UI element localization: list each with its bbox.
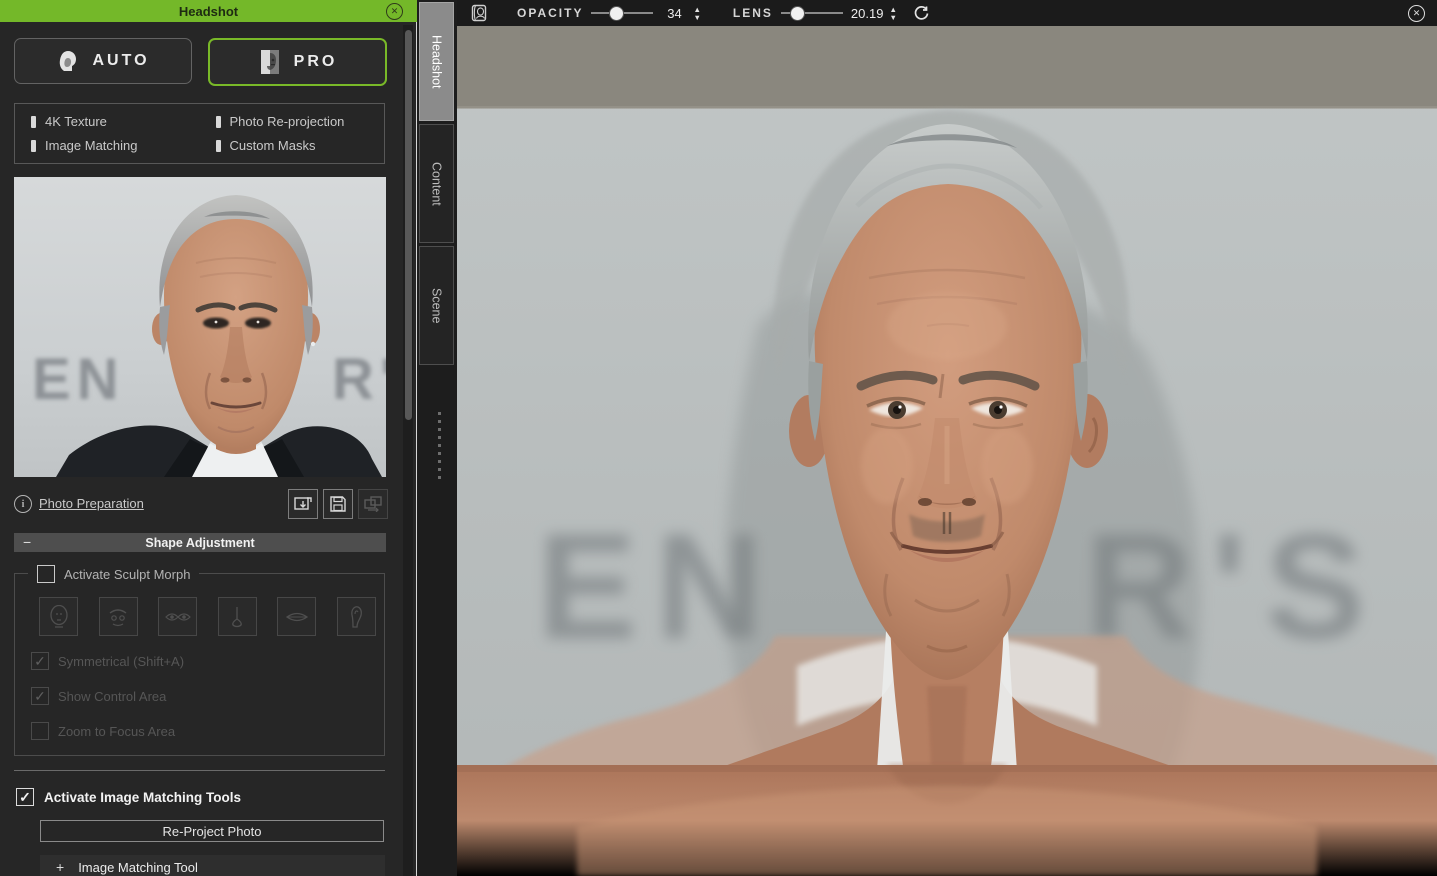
viewport[interactable]: OPACITY 34 ▲ ▼ LENS 20.19 ▲ ▼ ✕ EN R'S <box>457 0 1437 876</box>
feature-4k-texture: 4K Texture <box>15 114 200 129</box>
morph-tool-eyes-button[interactable] <box>158 597 197 636</box>
activate-image-matching-row: ✓ Activate Image Matching Tools <box>16 788 241 806</box>
pro-head-icon <box>260 50 279 74</box>
reference-image-icon <box>471 4 487 22</box>
show-control-area-label: Show Control Area <box>58 688 167 704</box>
spinner-up-icon[interactable]: ▲ <box>693 5 700 13</box>
collapse-minus-icon[interactable]: − <box>23 533 31 552</box>
feature-custom-masks: Custom Masks <box>200 138 385 153</box>
info-icon[interactable]: i <box>14 495 32 513</box>
bullet-icon <box>215 115 221 128</box>
pro-mode-label: PRO <box>293 53 338 70</box>
load-photo-icon <box>294 497 312 510</box>
spinner-up-icon[interactable]: ▲ <box>889 5 896 13</box>
reset-icon <box>914 5 929 20</box>
eyes-morph-icon <box>164 612 191 621</box>
headshot-panel: Headshot ✕ AUTO PRO 4K Texture Photo Re-… <box>0 0 417 876</box>
lens-value[interactable]: 20.19 <box>851 6 884 21</box>
zoom-to-focus-label: Zoom to Focus Area <box>58 723 176 739</box>
shape-adjustment-header[interactable]: − Shape Adjustment <box>14 533 386 552</box>
symmetrical-option: ✓ Symmetrical (Shift+A) <box>31 652 184 670</box>
panel-scrollbar[interactable] <box>403 25 413 876</box>
tab-content[interactable]: Content <box>419 124 454 243</box>
reproject-texture-icon <box>364 496 382 512</box>
opacity-label: OPACITY <box>517 6 584 20</box>
save-icon <box>330 496 346 512</box>
auto-mode-button[interactable]: AUTO <box>14 38 192 84</box>
bullet-icon <box>215 139 221 152</box>
symmetrical-label: Symmetrical (Shift+A) <box>58 653 185 669</box>
feature-photo-reprojection: Photo Re-projection <box>200 114 385 129</box>
morph-tool-nose-button[interactable] <box>217 597 257 636</box>
auto-mode-label: AUTO <box>92 52 150 69</box>
spinner-down-icon[interactable]: ▼ <box>693 13 700 21</box>
head-morph-icon <box>49 604 68 628</box>
lens-spinner[interactable]: ▲ ▼ <box>889 5 896 21</box>
scene-3d-render[interactable]: EN R'S <box>457 26 1437 876</box>
morph-tool-brow-button[interactable] <box>98 597 138 636</box>
pro-mode-button[interactable]: PRO <box>208 38 387 86</box>
opacity-slider[interactable] <box>591 6 654 21</box>
brow-morph-icon <box>109 608 127 626</box>
feature-list: 4K Texture Photo Re-projection Image Mat… <box>14 103 385 164</box>
morph-tool-mouth-button[interactable] <box>277 597 316 636</box>
show-control-area-checkbox[interactable]: ✓ <box>31 687 49 705</box>
expand-plus-icon: + <box>56 859 65 875</box>
morph-tool-head-button[interactable] <box>39 597 78 636</box>
panel-close-icon[interactable]: ✕ <box>386 3 403 20</box>
shape-adjustment-title: Shape Adjustment <box>145 535 255 550</box>
show-control-area-option: ✓ Show Control Area <box>31 687 166 705</box>
nose-morph-icon <box>232 606 242 627</box>
ear-morph-icon <box>351 605 362 628</box>
panel-title: Headshot <box>178 3 239 19</box>
image-matching-tool-expander[interactable]: + Image Matching Tool <box>40 855 385 876</box>
side-tab-strip: Headshot Content Scene <box>417 0 457 876</box>
lens-slider[interactable] <box>780 6 843 21</box>
panel-scrollbar-thumb[interactable] <box>404 30 412 420</box>
headshot-app: Headshot ✕ AUTO PRO 4K Texture Photo Re-… <box>0 0 1437 876</box>
separator <box>14 770 385 771</box>
tab-scene[interactable]: Scene <box>419 246 454 365</box>
reproject-photo-button[interactable]: Re-Project Photo <box>40 820 384 842</box>
opacity-value[interactable]: 34 <box>661 6 687 21</box>
save-button[interactable] <box>323 489 353 519</box>
bullet-icon <box>31 139 36 152</box>
source-photo: EN R' <box>14 177 386 477</box>
tab-headshot[interactable]: Headshot <box>419 2 454 121</box>
image-matching-tool-label: Image Matching Tool <box>78 859 198 875</box>
feature-image-matching: Image Matching <box>15 138 200 153</box>
spinner-down-icon[interactable]: ▼ <box>889 13 896 21</box>
activate-sculpt-morph-label: Activate Sculpt Morph <box>64 566 191 582</box>
activate-image-matching-checkbox[interactable]: ✓ <box>16 788 34 806</box>
panel-header: Headshot ✕ <box>0 0 417 22</box>
reference-image-button[interactable] <box>469 3 489 23</box>
activate-image-matching-label: Activate Image Matching Tools <box>44 789 242 805</box>
bullet-icon <box>31 115 36 128</box>
reset-lens-button[interactable] <box>913 5 930 22</box>
opacity-spinner[interactable]: ▲ ▼ <box>693 5 700 21</box>
zoom-to-focus-checkbox[interactable] <box>31 722 49 740</box>
symmetrical-checkbox[interactable]: ✓ <box>31 652 49 670</box>
photo-preparation-link[interactable]: Photo Preparation <box>39 496 144 511</box>
lens-label: LENS <box>732 6 773 20</box>
photo-logo-left: EN <box>32 347 125 412</box>
viewport-close-icon[interactable]: ✕ <box>1408 4 1425 22</box>
activate-sculpt-morph-checkbox[interactable] <box>37 565 55 583</box>
sculpt-morph-group: Activate Sculpt Morph ✓ Symmetrical (Shi… <box>14 565 385 756</box>
photo-logo-right: R' <box>332 347 386 412</box>
viewport-toolbar: OPACITY 34 ▲ ▼ LENS 20.19 ▲ ▼ ✕ <box>457 0 1437 26</box>
panel-resize-handle[interactable] <box>438 412 441 479</box>
zoom-to-focus-option: Zoom to Focus Area <box>31 722 175 740</box>
load-photo-button[interactable] <box>288 489 318 519</box>
mouth-morph-icon <box>285 612 308 621</box>
auto-head-icon <box>60 51 77 71</box>
reproject-texture-button[interactable] <box>358 489 388 519</box>
photo-preparation-row: i Photo Preparation <box>14 489 388 519</box>
morph-tool-ear-button[interactable] <box>336 597 376 636</box>
